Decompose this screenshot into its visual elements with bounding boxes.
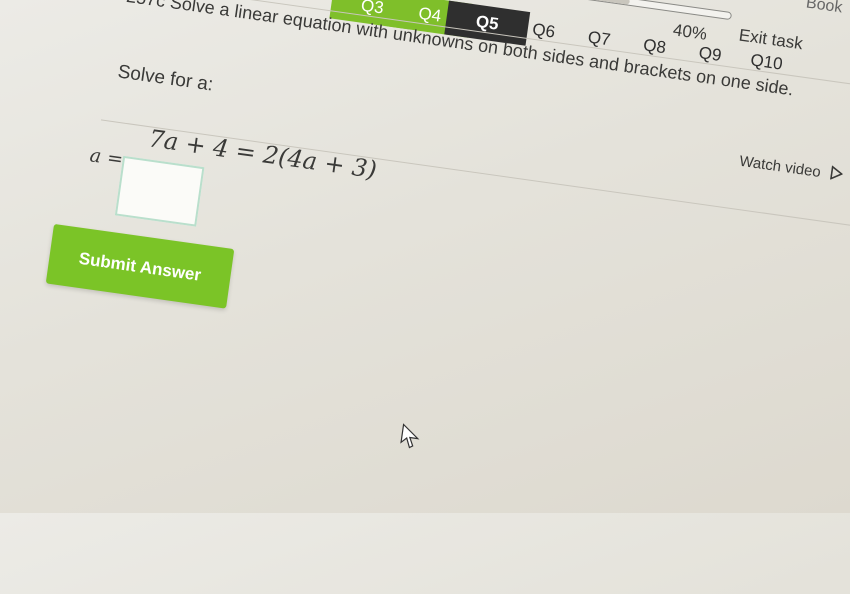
submit-answer-button[interactable]: Submit Answer <box>45 223 235 309</box>
mouse-cursor-icon <box>398 422 424 456</box>
play-icon <box>829 165 844 185</box>
watch-video-button[interactable]: Watch video <box>738 153 844 185</box>
answer-input[interactable] <box>114 155 205 227</box>
progress-bar <box>560 0 733 21</box>
answer-label: a = <box>88 144 125 171</box>
progress-fill <box>561 0 631 5</box>
book-label[interactable]: Book <box>805 0 843 17</box>
question-prompt: Solve for a: <box>116 61 215 96</box>
page-canvas: Q3 Q4 Q5 Q6 Q7 Q8 Q9 Q10 40% Exit task B… <box>0 0 850 594</box>
watch-video-label: Watch video <box>738 152 822 182</box>
